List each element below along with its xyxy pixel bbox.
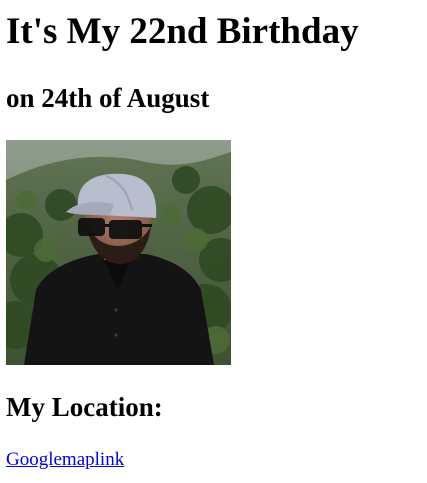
page-title: It's My 22nd Birthday <box>6 11 359 52</box>
google-map-link[interactable]: Googlemaplink <box>6 449 124 471</box>
location-heading: My Location: <box>6 392 163 422</box>
profile-photo <box>6 140 231 365</box>
page-subtitle: on 24th of August <box>6 83 210 113</box>
